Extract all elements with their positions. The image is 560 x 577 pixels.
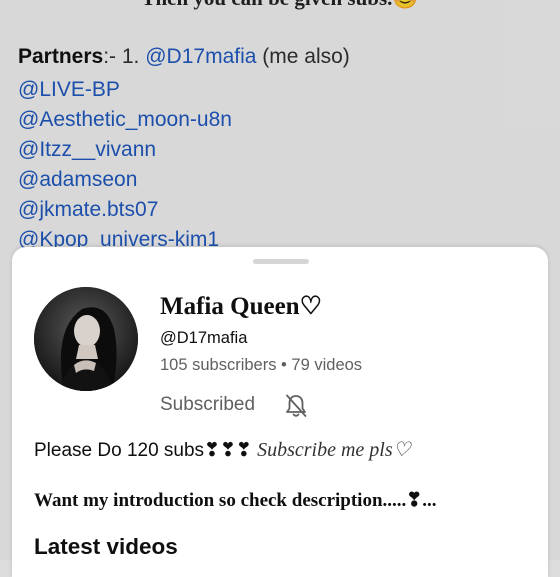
latest-videos-heading: Latest videos <box>34 534 178 559</box>
channel-bottom-sheet: Mafia Queen♡ @D17mafia 105 subscribers •… <box>12 247 548 577</box>
channel-avatar[interactable] <box>34 287 138 391</box>
channel-stats: 105 subscribers • 79 videos <box>160 356 363 374</box>
sheet-drag-handle[interactable] <box>253 259 309 264</box>
avatar-image <box>34 287 138 391</box>
channel-intro: Want my introduction so check descriptio… <box>34 490 437 511</box>
tagline-fancy: Subscribe me pls♡ <box>257 439 411 461</box>
bell-off-icon[interactable] <box>282 392 310 420</box>
channel-handle: @D17mafia <box>160 329 248 347</box>
bell-off-icon-graphic <box>286 394 307 417</box>
channel-tagline: Please Do 120 subs❣❣❣ Subscribe me pls♡ <box>34 437 411 462</box>
channel-name: Mafia Queen♡ <box>160 293 322 320</box>
tagline-plain: Please Do 120 subs❣❣❣ <box>34 440 258 461</box>
subscribed-button[interactable]: Subscribed <box>160 394 255 416</box>
